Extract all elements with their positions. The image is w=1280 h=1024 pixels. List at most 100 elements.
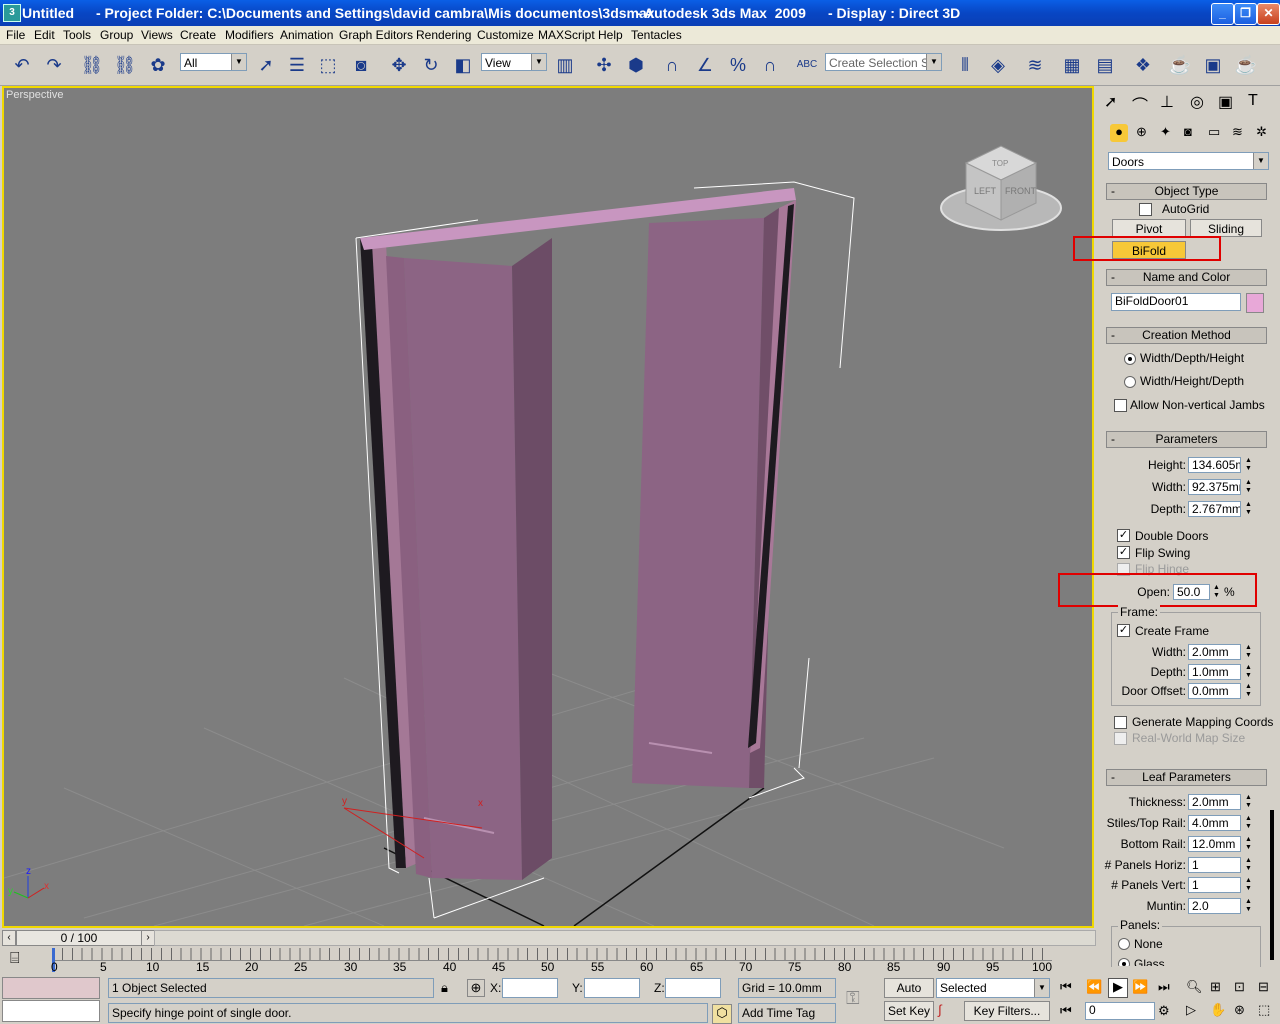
set-key-button[interactable]: Set Key	[884, 1001, 934, 1021]
key-filters-button[interactable]: Key Filters...	[964, 1001, 1050, 1021]
pivot-center-icon[interactable]: ▥	[553, 53, 577, 77]
spinner-snap-icon[interactable]: ∩	[758, 53, 782, 77]
lock-selection-icon[interactable]: 🔒︎	[441, 980, 448, 996]
door-offset-field[interactable]: 0.0mm	[1188, 683, 1241, 699]
zoom-extents-all-icon[interactable]: ⊟	[1258, 979, 1269, 995]
select-scale-icon[interactable]: ◧	[451, 53, 475, 77]
absolute-mode-icon[interactable]: ⊕	[467, 979, 485, 997]
y-coord-field[interactable]	[584, 978, 640, 998]
mirror-icon[interactable]: ⫴	[953, 53, 977, 77]
angle-snap-icon[interactable]: ∠	[693, 53, 717, 77]
material-editor-icon[interactable]: ❖	[1131, 53, 1155, 77]
viewport-scene[interactable]: x y z x y LEFT FRONT TOP	[4, 88, 1092, 926]
menu-edit[interactable]: Edit	[34, 28, 55, 42]
menu-graph-editors[interactable]: Graph Editors	[339, 28, 413, 42]
muntin-spinner[interactable]: ▲ ▼	[1243, 898, 1254, 914]
systems-icon[interactable]: ✲	[1256, 124, 1267, 140]
go-to-end-icon[interactable]: ⏭	[1158, 979, 1170, 995]
time-tag-icon[interactable]: ⬡	[712, 1004, 732, 1024]
panels-horiz-field[interactable]: 1	[1188, 857, 1241, 873]
width-height-depth-radio[interactable]	[1124, 376, 1136, 388]
mini-curve-editor-icon[interactable]: ⌸	[10, 950, 20, 968]
select-rotate-icon[interactable]: ↻	[419, 53, 443, 77]
frame-depth-field[interactable]: 1.0mm	[1188, 664, 1241, 680]
create-frame-checkbox[interactable]: ✓	[1117, 624, 1130, 637]
generate-mapping-checkbox[interactable]	[1114, 716, 1127, 729]
time-next-button[interactable]: ›	[141, 930, 155, 946]
viewcube[interactable]: LEFT FRONT TOP	[940, 145, 1062, 231]
frame-width-field[interactable]: 2.0mm	[1188, 644, 1241, 660]
select-move-icon[interactable]: ✥	[387, 53, 411, 77]
next-frame-icon[interactable]: ⏩	[1132, 979, 1148, 995]
depth-field[interactable]: 2.767mm	[1188, 501, 1241, 517]
layer-manager-icon[interactable]: ≋	[1023, 53, 1047, 77]
auto-key-button[interactable]: Auto Key	[884, 978, 934, 1014]
rollout-parameters[interactable]: - Parameters	[1106, 431, 1267, 448]
menu-views[interactable]: Views	[141, 28, 173, 42]
real-world-map-checkbox[interactable]	[1114, 732, 1127, 745]
zoom-icon[interactable]: 🔍︎	[1186, 979, 1203, 995]
maxscript-listener-white[interactable]	[2, 1000, 100, 1022]
object-color-swatch[interactable]	[1246, 293, 1264, 313]
previous-frame-icon[interactable]: ⏪	[1086, 979, 1102, 995]
menu-file[interactable]: File	[6, 28, 25, 42]
select-by-name-icon[interactable]: ☰	[285, 53, 309, 77]
menu-tools[interactable]: Tools	[63, 28, 91, 42]
orbit-icon[interactable]: ⊛	[1234, 1002, 1245, 1018]
thickness-spinner[interactable]: ▲ ▼	[1243, 794, 1254, 810]
panels-vert-spinner[interactable]: ▲ ▼	[1243, 877, 1254, 893]
set-key-icon[interactable]: ⚿	[846, 988, 860, 1009]
snap-toggle-icon[interactable]: ∩	[660, 53, 684, 77]
zoom-extents-icon[interactable]: ⊡	[1234, 979, 1245, 995]
depth-spinner[interactable]: ▲ ▼	[1243, 501, 1254, 517]
current-frame-field[interactable]: 0	[1085, 1002, 1155, 1020]
key-mode-toggle-icon[interactable]: ⏮	[1060, 1003, 1072, 1019]
frame-depth-spinner[interactable]: ▲ ▼	[1243, 664, 1254, 680]
time-prev-button[interactable]: ‹	[2, 930, 16, 946]
object-name-field[interactable]: BiFoldDoor01	[1111, 293, 1241, 311]
reference-coord-dropdown[interactable]: View ▼	[481, 53, 547, 71]
stiles-field[interactable]: 4.0mm	[1188, 815, 1241, 831]
frame-width-spinner[interactable]: ▲ ▼	[1243, 644, 1254, 660]
pivot-button[interactable]: Pivot	[1112, 219, 1186, 237]
utilities-tab-icon[interactable]: T	[1248, 92, 1258, 110]
menu-maxscript[interactable]: MAXScript	[538, 28, 595, 42]
panels-vert-field[interactable]: 1	[1188, 877, 1241, 893]
add-time-tag[interactable]: Add Time Tag	[738, 1003, 836, 1023]
schematic-view-icon[interactable]: ▤	[1093, 53, 1117, 77]
helpers-icon[interactable]: ▭	[1208, 124, 1220, 140]
maximize-viewport-icon[interactable]: ⬚	[1258, 1002, 1270, 1018]
undo-icon[interactable]: ↶	[10, 53, 34, 77]
muntin-field[interactable]: 2.0	[1188, 898, 1241, 914]
width-depth-height-radio[interactable]	[1124, 353, 1136, 365]
menu-animation[interactable]: Animation	[280, 28, 333, 42]
double-doors-checkbox[interactable]: ✓	[1117, 529, 1130, 542]
rendered-frame-window-icon[interactable]: ▣	[1201, 53, 1225, 77]
menu-customize[interactable]: Customize	[477, 28, 534, 42]
rollout-object-type[interactable]: - Object Type	[1106, 183, 1267, 200]
bottom-rail-spinner[interactable]: ▲ ▼	[1243, 836, 1254, 852]
play-icon[interactable]: ▶	[1108, 978, 1128, 998]
time-configuration-icon[interactable]: ⚙	[1158, 1003, 1170, 1019]
menu-rendering[interactable]: Rendering	[416, 28, 471, 42]
allow-nonvertical-checkbox[interactable]	[1114, 399, 1127, 412]
cameras-icon[interactable]: ◙	[1184, 124, 1192, 139]
z-coord-field[interactable]	[665, 978, 721, 998]
close-button[interactable]: ✕	[1257, 3, 1280, 25]
rollout-name-color[interactable]: - Name and Color	[1106, 269, 1267, 286]
create-tab-icon[interactable]: ➚	[1104, 92, 1117, 112]
curve-editor-icon[interactable]: ▦	[1060, 53, 1084, 77]
selection-filter-dropdown[interactable]: All ▼	[180, 53, 247, 71]
lights-icon[interactable]: ✦	[1160, 124, 1171, 140]
bottom-rail-field[interactable]: 12.0mm	[1188, 836, 1241, 852]
hierarchy-tab-icon[interactable]: ⊥	[1160, 92, 1174, 112]
width-spinner[interactable]: ▲ ▼	[1243, 479, 1254, 495]
key-mode-dropdown[interactable]: Selected ▼	[936, 978, 1050, 998]
edit-named-selection-icon[interactable]: ABC	[795, 53, 819, 77]
display-tab-icon[interactable]: ▣	[1218, 92, 1233, 112]
go-to-start-icon[interactable]: ⏮	[1060, 979, 1072, 995]
rollout-creation-method[interactable]: - Creation Method	[1106, 327, 1267, 344]
stiles-spinner[interactable]: ▲ ▼	[1243, 815, 1254, 831]
menu-tentacles[interactable]: Tentacles	[631, 28, 682, 42]
render-setup-icon[interactable]: ☕	[1168, 53, 1192, 77]
